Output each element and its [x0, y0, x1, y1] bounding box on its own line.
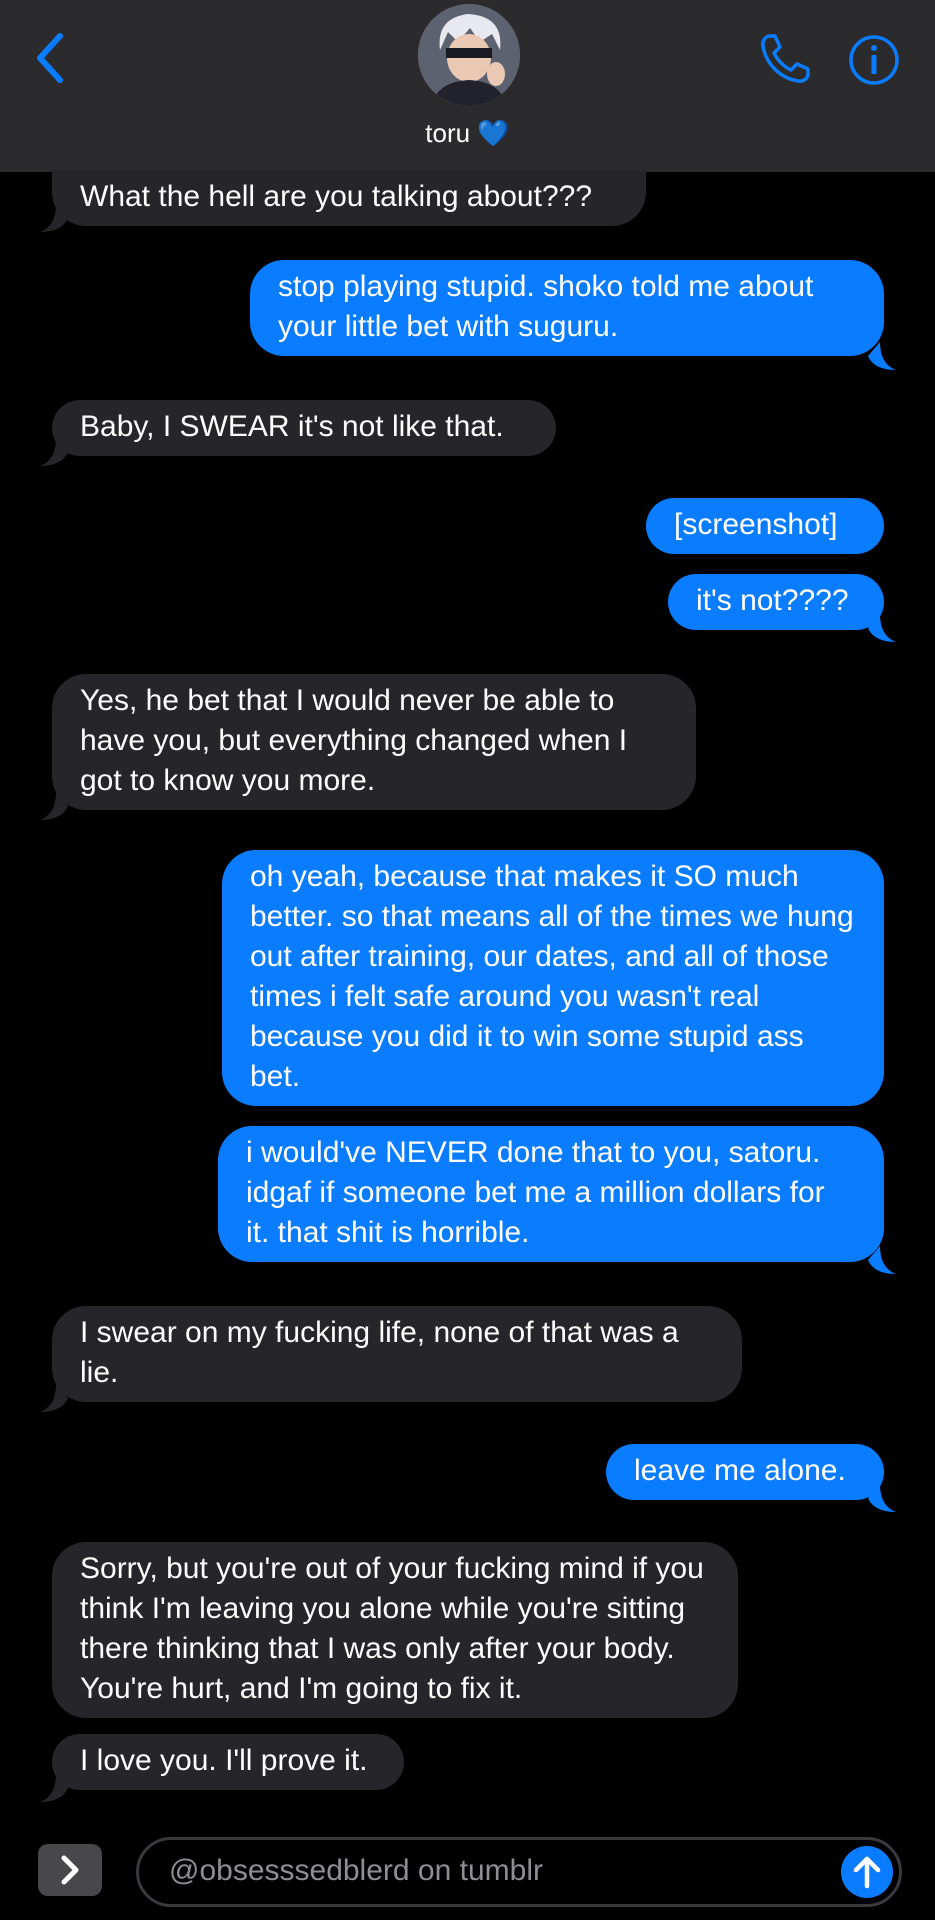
- message-input[interactable]: @obsesssedblerd on tumblr: [136, 1837, 902, 1907]
- message-input-placeholder: @obsesssedblerd on tumblr: [169, 1854, 543, 1887]
- composer-bar: @obsesssedblerd on tumblr: [0, 1820, 935, 1920]
- info-icon: [849, 35, 899, 85]
- arrow-up-icon: [853, 1856, 881, 1889]
- outgoing-message[interactable]: i would've NEVER done that to you, sator…: [218, 1126, 884, 1262]
- outgoing-message[interactable]: stop playing stupid. shoko told me about…: [250, 260, 884, 356]
- call-button[interactable]: [756, 30, 814, 88]
- outgoing-message[interactable]: leave me alone.: [606, 1444, 884, 1500]
- incoming-message[interactable]: What the hell are you talking about???: [52, 170, 646, 226]
- message-text: I love you. I'll prove it.: [80, 1744, 368, 1777]
- conversation-header: toru 💙: [0, 0, 935, 172]
- message-text: What the hell are you talking about???: [80, 180, 593, 213]
- message-text: Sorry, but you're out of your fucking mi…: [80, 1552, 704, 1705]
- avatar-portrait: [418, 4, 520, 106]
- incoming-message[interactable]: I love you. I'll prove it.: [52, 1734, 404, 1790]
- bubble-tail: [40, 438, 68, 466]
- bubble-tail: [868, 1484, 896, 1512]
- message-text: i would've NEVER done that to you, sator…: [246, 1136, 825, 1249]
- phone-icon: [761, 34, 810, 83]
- contact-avatar[interactable]: [418, 4, 520, 106]
- message-text: oh yeah, because that makes it SO much b…: [250, 860, 854, 1093]
- outgoing-message[interactable]: [screenshot]: [646, 498, 884, 554]
- message-text: [screenshot]: [674, 508, 838, 541]
- apps-button[interactable]: [38, 1844, 102, 1896]
- bubble-tail: [868, 614, 896, 642]
- bubble-tail: [40, 792, 68, 820]
- bubble-tail: [40, 1774, 68, 1802]
- message-text: it's not????: [696, 584, 849, 617]
- message-text: leave me alone.: [634, 1454, 846, 1487]
- back-button[interactable]: [28, 28, 76, 88]
- chevron-right-icon: [61, 1855, 79, 1885]
- bubble-tail: [868, 342, 896, 370]
- message-text: Baby, I SWEAR it's not like that.: [80, 410, 504, 443]
- message-text: Yes, he bet that I would never be able t…: [80, 684, 628, 797]
- contact-name[interactable]: toru 💙: [0, 118, 935, 149]
- incoming-message[interactable]: Yes, he bet that I would never be able t…: [52, 674, 696, 810]
- bubble-tail: [868, 1246, 896, 1274]
- bubble-tail: [40, 1384, 68, 1412]
- incoming-message[interactable]: I swear on my fucking life, none of that…: [52, 1306, 742, 1402]
- incoming-message[interactable]: Sorry, but you're out of your fucking mi…: [52, 1542, 738, 1718]
- send-button[interactable]: [841, 1846, 893, 1898]
- message-text: I swear on my fucking life, none of that…: [80, 1316, 679, 1389]
- bubble-tail: [40, 204, 68, 232]
- outgoing-message[interactable]: oh yeah, because that makes it SO much b…: [222, 850, 884, 1106]
- incoming-message[interactable]: Baby, I SWEAR it's not like that.: [52, 400, 556, 456]
- info-button[interactable]: [848, 34, 900, 86]
- message-text: stop playing stupid. shoko told me about…: [278, 270, 814, 343]
- outgoing-message[interactable]: it's not????: [668, 574, 884, 630]
- chevron-left-icon: [37, 33, 63, 83]
